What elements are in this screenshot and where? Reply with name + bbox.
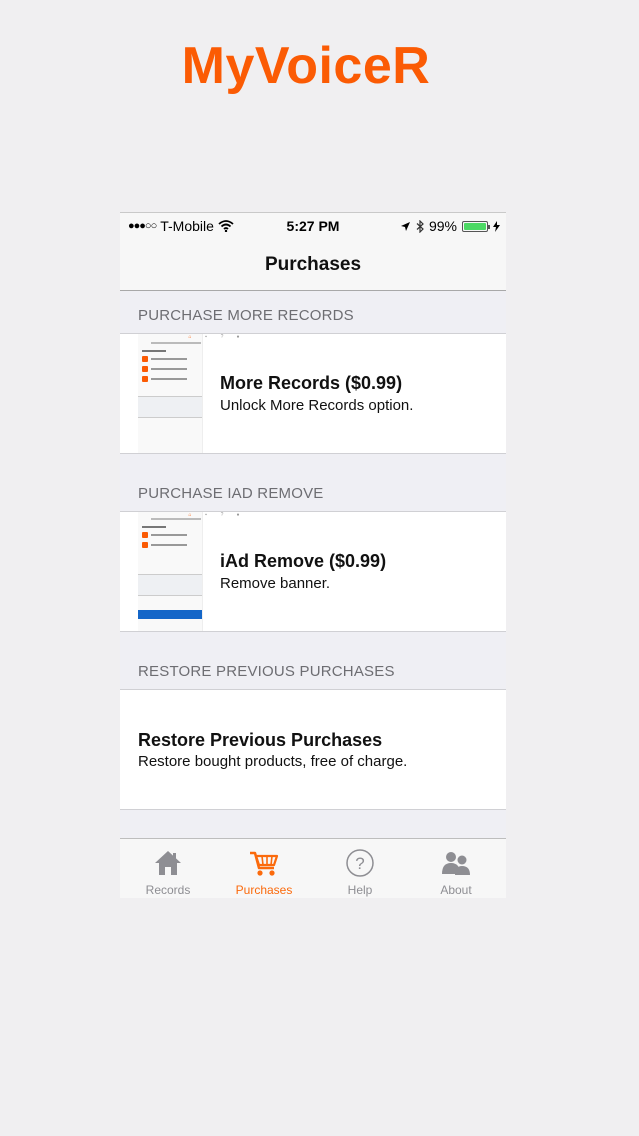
section-header-iad-remove: PURCHASE IAD REMOVE xyxy=(138,485,324,502)
phone-screen: ●●●○○ T-Mobile 5:27 PM 99% Purchases PUR… xyxy=(120,212,506,898)
restore-purchases-title: Restore Previous Purchases xyxy=(138,730,383,750)
more-records-title: More Records ($0.99) xyxy=(220,373,403,393)
iad-remove-subtitle: Remove banner. xyxy=(220,575,331,592)
more-records-cell[interactable]: ⌂ ▪ ? ● More Records ($0.99) Unlock More… xyxy=(120,333,506,454)
nav-title: Purchases xyxy=(264,254,362,275)
app-title: MyVoiceR xyxy=(181,37,431,95)
people-icon xyxy=(442,852,470,875)
nav-bar: Purchases xyxy=(120,240,506,291)
section-header-more-records: PURCHASE MORE RECORDS xyxy=(138,307,354,324)
bluetooth-icon xyxy=(416,219,424,233)
home-icon xyxy=(155,851,181,875)
tab-help[interactable]: ? Help xyxy=(312,839,408,898)
iad-remove-title: iAd Remove ($0.99) xyxy=(220,551,387,571)
more-records-thumbnail: ⌂ ▪ ? ● xyxy=(138,334,240,453)
tab-help-label: Help xyxy=(347,883,373,897)
svg-text:?: ? xyxy=(355,854,364,873)
section-header-restore: RESTORE PREVIOUS PURCHASES xyxy=(138,663,395,680)
iad-remove-thumbnail: ⌂ ▪ ? ● xyxy=(138,512,240,631)
tab-records-label: Records xyxy=(145,883,191,897)
location-arrow-icon xyxy=(400,221,410,231)
cart-icon xyxy=(250,851,279,876)
tab-records[interactable]: Records xyxy=(120,839,216,898)
restore-purchases-subtitle: Restore bought products, free of charge. xyxy=(138,753,408,770)
tab-about-label: About xyxy=(440,883,472,897)
tab-bar: Records Purchases ? Help About xyxy=(120,838,506,898)
tab-about[interactable]: About xyxy=(408,839,504,898)
iad-remove-cell[interactable]: ⌂ ▪ ? ● iAd Remove ($0.99) Remove banner… xyxy=(120,511,506,632)
more-records-subtitle: Unlock More Records option. xyxy=(220,397,414,414)
battery-icon xyxy=(462,220,490,232)
battery-percent: 99% xyxy=(428,218,457,234)
status-bar: ●●●○○ T-Mobile 5:27 PM 99% xyxy=(120,212,506,241)
charging-bolt-icon xyxy=(493,220,500,232)
tab-purchases[interactable]: Purchases xyxy=(216,839,312,898)
restore-purchases-cell[interactable]: Restore Previous Purchases Restore bough… xyxy=(120,689,506,810)
tab-purchases-label: Purchases xyxy=(235,883,293,897)
help-icon: ? xyxy=(346,849,374,877)
